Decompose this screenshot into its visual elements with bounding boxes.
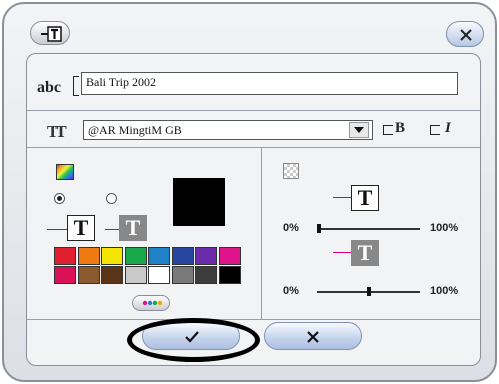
color-swatch[interactable]	[218, 247, 241, 265]
shadow-color-radio[interactable]	[106, 193, 117, 204]
x-icon	[307, 331, 319, 343]
bold-label: B	[395, 120, 406, 136]
shadow-guide-line	[105, 229, 119, 230]
text-opacity-slider[interactable]	[317, 228, 420, 230]
text-opacity-max: 100%	[430, 222, 459, 234]
color-swatch[interactable]	[101, 247, 123, 265]
font-dropdown-button[interactable]	[349, 122, 369, 138]
color-swatch[interactable]	[148, 266, 170, 284]
cancel-button[interactable]	[264, 322, 362, 350]
color-palette	[54, 247, 244, 287]
transparency-icon	[283, 163, 299, 179]
bold-checkbox[interactable]	[383, 125, 393, 135]
color-swatch[interactable]	[54, 266, 76, 284]
color-swatch[interactable]	[218, 266, 241, 284]
color-swatch[interactable]	[77, 247, 100, 265]
shadow-color-target-icon[interactable]: T	[119, 215, 147, 241]
text-dialog: abc Bali Trip 2002 TT @AR MingtiM GB B I…	[2, 2, 497, 382]
color-swatch[interactable]	[195, 266, 217, 284]
shadow-opacity-min: 0%	[283, 285, 299, 297]
close-icon	[460, 29, 472, 41]
color-swatch[interactable]	[54, 247, 76, 265]
text-input[interactable]: Bali Trip 2002	[81, 72, 458, 95]
divider	[27, 319, 480, 320]
text-opacity-slider-thumb[interactable]	[317, 224, 321, 233]
color-swatch[interactable]	[77, 266, 100, 284]
color-swatch[interactable]	[195, 247, 217, 265]
highlight-ring	[127, 318, 260, 362]
font-icon: TT	[47, 122, 67, 141]
text-guide-line	[47, 229, 67, 230]
shadow-opacity-preview-icon: T	[351, 240, 379, 266]
divider	[27, 110, 480, 111]
shadow-guide-line	[333, 252, 351, 253]
current-color-swatch	[173, 178, 225, 226]
shadow-opacity-slider-thumb[interactable]	[366, 287, 371, 296]
color-swatch[interactable]	[124, 247, 147, 265]
color-dots-icon	[142, 300, 162, 306]
text-opacity-min: 0%	[283, 222, 299, 234]
text-guide-line	[333, 197, 351, 198]
chevron-down-icon	[354, 127, 364, 133]
text-settings-panel: abc Bali Trip 2002 TT @AR MingtiM GB B I…	[26, 53, 481, 366]
color-swatch[interactable]	[171, 266, 194, 284]
text-tool-icon	[41, 26, 62, 42]
text-opacity-preview-icon: T	[351, 185, 379, 211]
italic-label: I	[445, 120, 451, 136]
color-swatch[interactable]	[148, 247, 170, 265]
color-swatch[interactable]	[101, 266, 123, 284]
text-color-target-icon[interactable]: T	[67, 215, 95, 241]
text-cursor-icon	[73, 76, 79, 96]
more-colors-button[interactable]	[132, 295, 170, 311]
text-tool-button[interactable]	[30, 21, 70, 45]
color-spectrum-icon[interactable]	[56, 164, 74, 180]
font-select[interactable]: @AR MingtiM GB	[83, 120, 373, 140]
color-swatch[interactable]	[171, 247, 194, 265]
italic-checkbox[interactable]	[430, 125, 440, 135]
shadow-opacity-max: 100%	[430, 285, 459, 297]
text-color-radio[interactable]	[54, 193, 65, 204]
color-swatch[interactable]	[124, 266, 147, 284]
close-button[interactable]	[446, 21, 484, 47]
text-label: abc	[37, 79, 61, 96]
